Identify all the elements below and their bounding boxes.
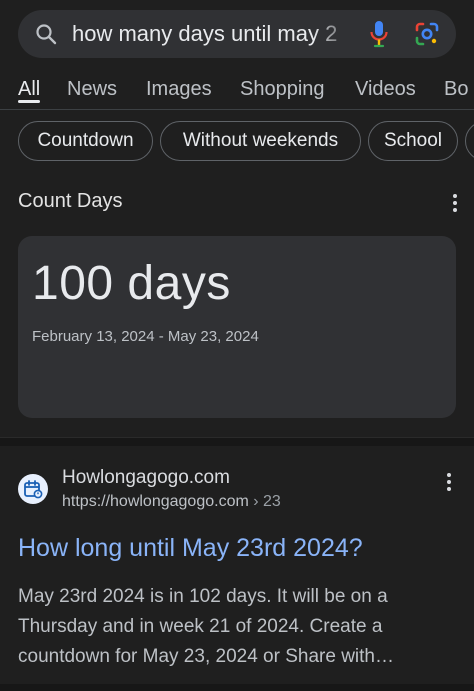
search-icon <box>34 22 58 46</box>
result-title-link[interactable]: How long until May 23rd 2024? <box>18 534 363 563</box>
chip-countdown[interactable]: Countdown <box>18 121 153 161</box>
result-site-name[interactable]: Howlongagogo.com <box>62 467 230 489</box>
tab-all[interactable]: All <box>18 70 41 103</box>
result-snippet: May 23rd 2024 is in 102 days. It will be… <box>18 582 458 672</box>
result-more-options-icon[interactable] <box>441 470 457 494</box>
chip-without-weekends[interactable]: Without weekends <box>160 121 361 161</box>
snippet-line: Thursday and in week 21 of 2024. Create … <box>18 616 383 637</box>
result-url-host: https://howlongagogo.com <box>62 493 249 510</box>
days-count-value: 100 days <box>32 257 231 310</box>
refinement-chips: Countdown Without weekends School <box>18 121 474 161</box>
search-bar[interactable]: how many days until may 2 <box>18 10 456 58</box>
microphone-icon[interactable] <box>364 19 394 49</box>
snippet-line: May 23rd 2024 is in 102 days. It will be… <box>18 586 388 607</box>
section-divider <box>0 437 474 446</box>
result-url[interactable]: https://howlongagogo.com › 23 <box>62 493 281 511</box>
google-lens-icon[interactable] <box>412 19 442 49</box>
search-tabs: All News Images Shopping Videos Bo <box>0 70 474 110</box>
count-days-result: 100 days February 13, 2024 - May 23, 202… <box>18 236 456 418</box>
chip-school[interactable]: School <box>368 121 458 161</box>
count-days-title: Count Days <box>18 190 123 212</box>
date-range: February 13, 2024 - May 23, 2024 <box>32 328 259 345</box>
tab-shopping[interactable]: Shopping <box>240 70 325 102</box>
search-input[interactable]: how many days until may 2 <box>72 21 356 47</box>
snippet-line: countdown for May 23, 2024 or Share with… <box>18 646 394 667</box>
tab-books[interactable]: Bo <box>444 70 468 102</box>
section-divider <box>0 684 474 691</box>
calendar-favicon-icon[interactable] <box>18 474 48 504</box>
more-options-icon[interactable] <box>447 191 463 215</box>
tab-news[interactable]: News <box>67 70 117 102</box>
chip-more[interactable] <box>465 121 474 161</box>
tab-images[interactable]: Images <box>146 70 212 102</box>
tab-videos[interactable]: Videos <box>355 70 416 102</box>
result-url-crumb: › 23 <box>253 493 281 510</box>
